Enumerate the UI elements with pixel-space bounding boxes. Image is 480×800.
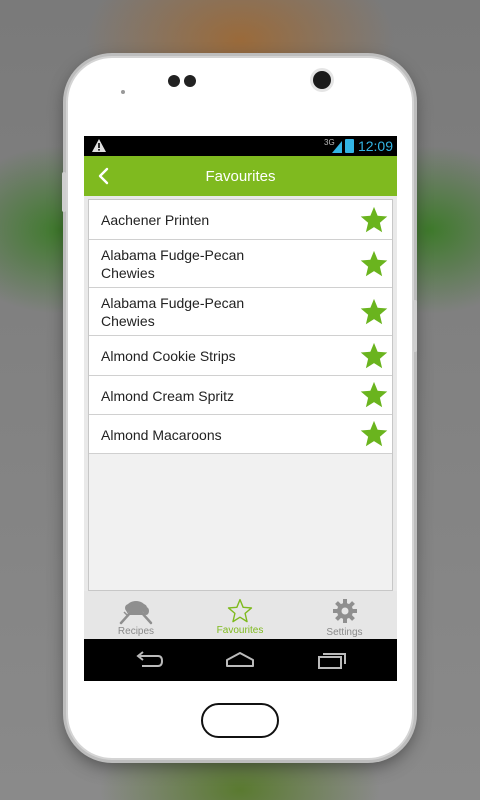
list-item[interactable]: Alabama Fudge-Pecan Chewies [89,288,392,336]
list-item[interactable]: Aachener Printen [89,200,392,240]
recipe-name: Alabama Fudge-Pecan Chewies [101,295,245,329]
star-icon[interactable] [359,419,389,449]
list-item[interactable]: Almond Cookie Strips [89,336,392,376]
recipe-name: Aachener Printen [101,212,210,228]
star-icon[interactable] [359,341,389,371]
chef-icon [119,601,153,625]
app-bar: Favourites [84,156,397,196]
home-button[interactable] [201,703,279,738]
page-title: Favourites [205,168,276,185]
tab-favourites[interactable]: Favourites [188,591,292,639]
tab-favourites-label: Favourites [216,625,264,636]
screen: 3G 12:09 Favourites Aachener Printen Ala… [84,136,397,681]
tab-settings-label: Settings [326,627,363,638]
star-outline-icon [227,598,253,623]
tab-recipes[interactable]: Recipes [84,591,188,639]
recipe-name: Alabama Fudge-Pecan Chewies [101,247,245,281]
back-nav-icon[interactable] [134,650,164,670]
recipe-name: Almond Cream Spritz [101,388,235,404]
warning-icon [92,139,106,152]
recipe-name: Almond Cookie Strips [101,348,236,364]
volume-button [62,172,66,212]
favourites-list: Aachener Printen Alabama Fudge-Pecan Che… [88,199,393,591]
star-icon[interactable] [359,249,389,279]
list-item[interactable]: Almond Cream Spritz [89,376,392,415]
star-icon[interactable] [359,205,389,235]
signal-icon [332,141,342,153]
tab-settings[interactable]: Settings [292,591,397,639]
bottom-nav: Recipes Favourites Settings [84,591,397,639]
recents-nav-icon[interactable] [317,650,347,670]
battery-icon [345,139,354,153]
star-icon[interactable] [359,380,389,410]
sensor [121,90,125,94]
speaker-dot [184,75,196,87]
front-camera [313,71,331,89]
gear-icon [332,599,357,623]
list-item[interactable]: Alabama Fudge-Pecan Chewies [89,240,392,288]
power-button [413,300,417,352]
status-bar: 3G 12:09 [84,136,397,156]
list-item[interactable]: Almond Macaroons [89,415,392,454]
system-navigation-bar [84,639,397,681]
star-icon[interactable] [359,297,389,327]
speaker-dot [168,75,180,87]
clock: 12:09 [357,138,393,154]
recipe-name: Almond Macaroons [101,427,222,443]
home-nav-icon[interactable] [225,650,255,670]
tab-recipes-label: Recipes [117,626,155,637]
